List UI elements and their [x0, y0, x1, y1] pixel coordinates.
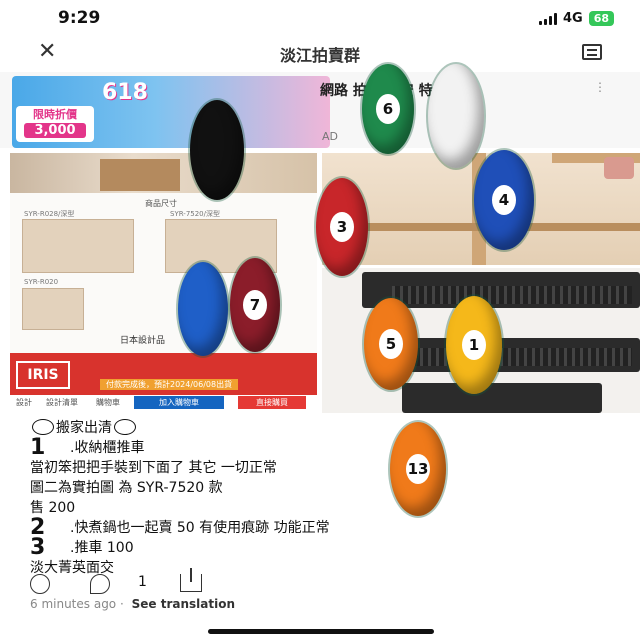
- face-icon: [32, 419, 54, 435]
- shelf-label: SYR-7520/深型: [170, 210, 220, 218]
- cart-tray: [402, 383, 602, 413]
- shelf-label: SYR-R028/深型: [24, 210, 75, 218]
- comment-icon[interactable]: [90, 574, 110, 594]
- action-bar: 1: [30, 568, 610, 594]
- tray-grid: [412, 348, 632, 366]
- design-title: 日本設計品: [120, 336, 166, 346]
- size-title: 商品尺寸: [145, 199, 177, 208]
- comment-count: 1: [138, 574, 147, 590]
- meta-separator: ·: [119, 597, 124, 611]
- ball-number: 7: [243, 290, 267, 320]
- billiard-ball: [190, 100, 244, 200]
- signal-icon: [538, 12, 557, 25]
- post-line: 圖二為實拍圖 為 SYR-7520 款: [30, 480, 223, 496]
- store-label[interactable]: 設計清單: [46, 397, 78, 408]
- ad-row[interactable]: 618 限時折價 3,000 網路 拍 元捷安 特・ B AD ⋮: [0, 72, 640, 148]
- billiard-ball: 1: [446, 296, 502, 394]
- network-label: 4G: [562, 11, 583, 26]
- post-line: 當初笨把把手裝到下面了 其它 一切正常: [30, 460, 277, 476]
- post-meta: 6 minutes ago · See translation: [30, 597, 235, 611]
- product-footer: 設計 設計清單 購物車 加入購物車 直接購買: [10, 395, 317, 410]
- post-line: 3 .推車 100: [30, 535, 134, 560]
- ad-banner[interactable]: 618 限時折價 3,000: [12, 76, 330, 148]
- status-bar: 9:29 4G 68: [0, 0, 640, 38]
- billiard-ball: [428, 64, 484, 168]
- promo-text: 付款完成後，預計2024/06/08出貨: [100, 379, 239, 390]
- billiard-ball: 13: [390, 422, 446, 516]
- menu-icon[interactable]: [582, 44, 602, 60]
- post-line: 2 .快煮鍋也一起賣 50 有使用痕跡 功能正常: [30, 515, 330, 540]
- ad-discount-panel: 限時折價 3,000: [16, 106, 94, 142]
- battery-icon: 68: [588, 11, 614, 26]
- face-icon: [114, 419, 136, 435]
- billiard-ball: [178, 262, 228, 356]
- react-icon[interactable]: [30, 574, 50, 594]
- ball-number: 6: [376, 94, 400, 124]
- add-to-cart-button[interactable]: 加入購物車: [134, 396, 224, 409]
- post-line: 1 .收納櫃推車: [30, 435, 145, 460]
- cart-label[interactable]: 購物車: [96, 397, 120, 408]
- shop-label[interactable]: 設計: [16, 397, 32, 408]
- ad-panel-title: 限時折價: [33, 108, 77, 121]
- ball-number: 4: [492, 185, 516, 215]
- shelf-photo: [10, 153, 317, 193]
- ball-number: 13: [406, 454, 430, 484]
- billiard-ball: 7: [230, 258, 280, 352]
- share-icon[interactable]: [180, 568, 202, 592]
- ball-number: 5: [379, 329, 403, 359]
- brand-logo: IRIS: [16, 361, 70, 389]
- shelf-center: [100, 159, 180, 191]
- status-time: 9:29: [58, 8, 101, 28]
- ball-number: 1: [462, 330, 486, 360]
- ad-headline: 618: [102, 80, 148, 105]
- brand-bar: IRIS 付款完成後，預計2024/06/08出貨: [10, 353, 317, 397]
- buy-now-button[interactable]: 直接購買: [238, 396, 306, 409]
- ball-number: 3: [330, 212, 354, 242]
- see-translation-link[interactable]: See translation: [132, 597, 235, 611]
- kettle: [604, 157, 634, 179]
- post-time: 6 minutes ago: [30, 597, 117, 611]
- page-title: 淡江拍賣群: [279, 46, 360, 65]
- post-line: 售 200: [30, 500, 76, 516]
- more-icon[interactable]: ⋮: [594, 80, 606, 94]
- post-body: 搬家出清 1 .收納櫃推車 當初笨把把手裝到下面了 其它 一切正常 圖二為實拍圖 …: [30, 418, 620, 578]
- billiard-ball: 5: [364, 298, 418, 390]
- post-heading: 搬家出清: [30, 418, 620, 438]
- billiard-ball: 6: [362, 64, 414, 154]
- ad-label: AD: [322, 130, 338, 143]
- shelf-unit: [22, 288, 84, 330]
- tray-grid: [392, 286, 632, 304]
- shelf-label: SYR-R020: [24, 278, 59, 286]
- shelf-unit: [22, 219, 134, 273]
- billiard-ball: 3: [316, 178, 368, 276]
- billiard-ball: 4: [474, 150, 534, 250]
- nav-bar: ✕ 淡江拍賣群: [0, 38, 640, 68]
- ad-panel-price: 3,000: [24, 123, 86, 138]
- home-indicator[interactable]: [208, 629, 434, 634]
- status-indicators: 4G 68: [538, 11, 614, 26]
